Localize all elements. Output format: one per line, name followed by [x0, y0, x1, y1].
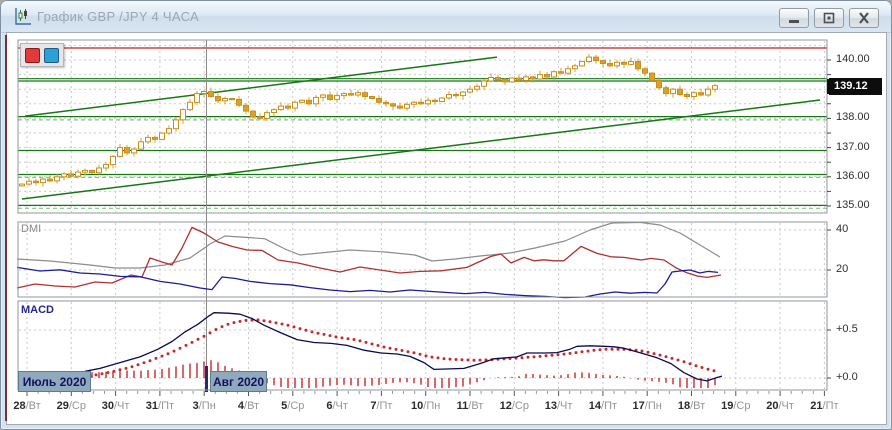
date-axis-label: 5/Ср [281, 400, 305, 412]
dmi-panel-label: DMI [21, 223, 42, 235]
date-axis-label: 4/Вт [237, 400, 260, 412]
dmi-axis-label: 40 [836, 223, 849, 235]
chart-canvas[interactable] [0, 0, 892, 430]
macd-axis-label: +0.5 [836, 323, 858, 335]
red-marker-button[interactable] [25, 47, 40, 63]
date-axis-label: 29/Ср [56, 400, 86, 412]
date-axis-label: 20/Чт [766, 400, 794, 412]
price-axis-label: 135.00 [836, 199, 870, 211]
date-axis-label: 18/Вт [677, 400, 706, 412]
date-axis-label: 17/Пн [632, 400, 662, 412]
price-axis-label: 138.00 [836, 111, 870, 124]
blue-marker-button[interactable] [44, 47, 59, 63]
month-label-july: Июль 2020 [18, 371, 91, 392]
date-axis-label: 13/Чт [544, 400, 573, 412]
price-axis-label: 140.00 [836, 53, 870, 65]
date-axis-label: 14/Пт [588, 400, 618, 412]
date-axis-label: 21/Пт [810, 400, 839, 412]
date-axis-label: 3/Пн [192, 400, 216, 412]
date-axis-label: 11/Вт [456, 400, 484, 412]
date-axis-label: 7/Пт [370, 400, 393, 412]
date-axis-label: 30/Чт [101, 400, 130, 412]
chart-window: График GBP /JPY 4 ЧАСА 140.00 138.00 137.0… [0, 0, 892, 430]
current-price-badge: 139.12 [829, 78, 882, 95]
date-axis-label: 31/Пт [145, 400, 175, 412]
date-axis-label: 10/Пн [411, 400, 441, 412]
macd-axis-label: +0.0 [836, 371, 858, 383]
macd-panel-label: MACD [21, 304, 54, 316]
date-axis-label: 19/Ср [721, 400, 751, 412]
date-axis-label: 6/Чт [326, 400, 348, 412]
price-axis-label: 136.00 [836, 169, 870, 182]
date-axis-label: 28/Вт [13, 400, 41, 412]
dmi-axis-label: 20 [836, 263, 849, 275]
chart-toolbar [20, 43, 64, 67]
price-axis-label: 137.00 [836, 140, 870, 153]
month-label-august: Авг 2020 [210, 371, 267, 392]
date-axis-label: 12/Ср [499, 400, 529, 412]
